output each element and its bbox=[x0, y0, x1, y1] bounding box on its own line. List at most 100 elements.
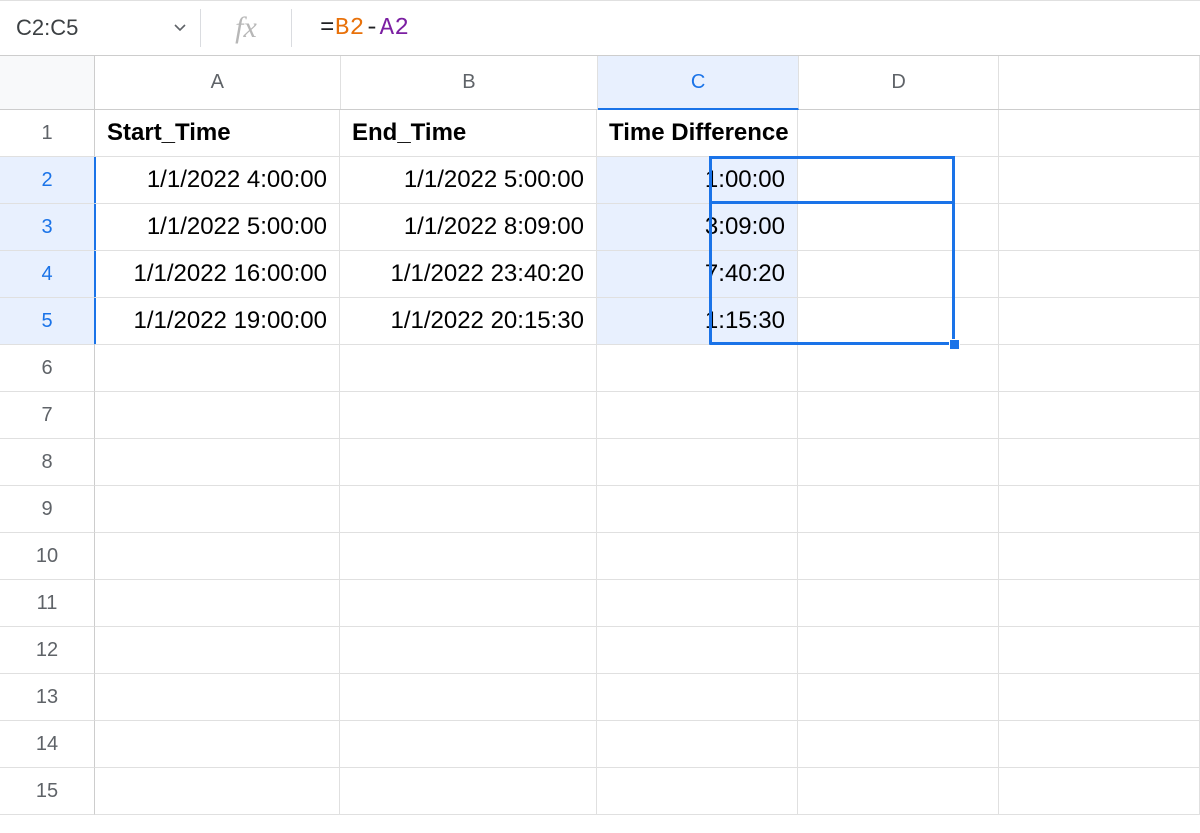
cell-B7[interactable] bbox=[340, 392, 597, 439]
cell-A15[interactable] bbox=[95, 768, 340, 815]
cell-A14[interactable] bbox=[95, 721, 340, 768]
cell-E14[interactable] bbox=[999, 721, 1200, 768]
cell-C2[interactable]: 1:00:00 bbox=[597, 157, 798, 204]
cell-E2[interactable] bbox=[999, 157, 1200, 204]
cell-C6[interactable] bbox=[597, 345, 798, 392]
formula-input[interactable]: =B2-A2 bbox=[292, 15, 1200, 42]
cell-A8[interactable] bbox=[95, 439, 340, 486]
cell-B14[interactable] bbox=[340, 721, 597, 768]
cell-C4[interactable]: 7:40:20 bbox=[597, 251, 798, 298]
cell-C8[interactable] bbox=[597, 439, 798, 486]
row-header-10[interactable]: 10 bbox=[0, 533, 95, 580]
cell-D7[interactable] bbox=[798, 392, 999, 439]
cell-E9[interactable] bbox=[999, 486, 1200, 533]
cell-D1[interactable] bbox=[798, 110, 999, 157]
column-header-C[interactable]: C bbox=[598, 56, 799, 110]
cell-D6[interactable] bbox=[798, 345, 999, 392]
cell-B4[interactable]: 1/1/2022 23:40:20 bbox=[340, 251, 597, 298]
cell-D15[interactable] bbox=[798, 768, 999, 815]
cell-A7[interactable] bbox=[95, 392, 340, 439]
row-header-1[interactable]: 1 bbox=[0, 110, 95, 157]
cell-A11[interactable] bbox=[95, 580, 340, 627]
row-header-12[interactable]: 12 bbox=[0, 627, 95, 674]
row-header-4[interactable]: 4 bbox=[0, 251, 96, 298]
column-header-B[interactable]: B bbox=[341, 56, 599, 109]
cell-E10[interactable] bbox=[999, 533, 1200, 580]
cell-B15[interactable] bbox=[340, 768, 597, 815]
cell-B12[interactable] bbox=[340, 627, 597, 674]
cell-A12[interactable] bbox=[95, 627, 340, 674]
cell-D11[interactable] bbox=[798, 580, 999, 627]
cell-E3[interactable] bbox=[999, 204, 1200, 251]
cell-E5[interactable] bbox=[999, 298, 1200, 345]
cell-C3[interactable]: 3:09:00 bbox=[597, 204, 798, 251]
cell-D12[interactable] bbox=[798, 627, 999, 674]
cell-C1[interactable]: Time Difference bbox=[597, 110, 798, 157]
cell-C7[interactable] bbox=[597, 392, 798, 439]
cell-B6[interactable] bbox=[340, 345, 597, 392]
cell-B3[interactable]: 1/1/2022 8:09:00 bbox=[340, 204, 597, 251]
cell-C13[interactable] bbox=[597, 674, 798, 721]
cell-E7[interactable] bbox=[999, 392, 1200, 439]
cell-A9[interactable] bbox=[95, 486, 340, 533]
row-header-3[interactable]: 3 bbox=[0, 204, 96, 251]
cell-B10[interactable] bbox=[340, 533, 597, 580]
cell-D4[interactable] bbox=[798, 251, 999, 298]
cell-B11[interactable] bbox=[340, 580, 597, 627]
row-header-5[interactable]: 5 bbox=[0, 298, 96, 345]
cell-D3[interactable] bbox=[798, 204, 999, 251]
cell-A13[interactable] bbox=[95, 674, 340, 721]
column-header-D[interactable]: D bbox=[799, 56, 1000, 109]
cell-C15[interactable] bbox=[597, 768, 798, 815]
name-box-dropdown-icon[interactable] bbox=[174, 24, 186, 32]
row-header-2[interactable]: 2 bbox=[0, 157, 96, 204]
cell-E12[interactable] bbox=[999, 627, 1200, 674]
column-header-E[interactable] bbox=[999, 56, 1200, 109]
name-box[interactable]: C2:C5 bbox=[0, 1, 200, 55]
cell-A2[interactable]: 1/1/2022 4:00:00 bbox=[95, 157, 340, 204]
cell-E8[interactable] bbox=[999, 439, 1200, 486]
cell-E11[interactable] bbox=[999, 580, 1200, 627]
cell-A6[interactable] bbox=[95, 345, 340, 392]
cell-C14[interactable] bbox=[597, 721, 798, 768]
row-header-7[interactable]: 7 bbox=[0, 392, 95, 439]
cell-E13[interactable] bbox=[999, 674, 1200, 721]
row-header-8[interactable]: 8 bbox=[0, 439, 95, 486]
cells-area[interactable]: Start_TimeEnd_TimeTime Difference1/1/202… bbox=[95, 110, 1200, 815]
cell-D13[interactable] bbox=[798, 674, 999, 721]
cell-B8[interactable] bbox=[340, 439, 597, 486]
cell-D5[interactable] bbox=[798, 298, 999, 345]
cell-B5[interactable]: 1/1/2022 20:15:30 bbox=[340, 298, 597, 345]
cell-D2[interactable] bbox=[798, 157, 999, 204]
cell-A4[interactable]: 1/1/2022 16:00:00 bbox=[95, 251, 340, 298]
cell-C12[interactable] bbox=[597, 627, 798, 674]
cell-C11[interactable] bbox=[597, 580, 798, 627]
cell-A5[interactable]: 1/1/2022 19:00:00 bbox=[95, 298, 340, 345]
cell-D8[interactable] bbox=[798, 439, 999, 486]
row-header-13[interactable]: 13 bbox=[0, 674, 95, 721]
cell-B13[interactable] bbox=[340, 674, 597, 721]
cell-B9[interactable] bbox=[340, 486, 597, 533]
cell-B1[interactable]: End_Time bbox=[340, 110, 597, 157]
cell-A1[interactable]: Start_Time bbox=[95, 110, 340, 157]
row-header-15[interactable]: 15 bbox=[0, 768, 95, 815]
cell-E6[interactable] bbox=[999, 345, 1200, 392]
cell-B2[interactable]: 1/1/2022 5:00:00 bbox=[340, 157, 597, 204]
row-header-6[interactable]: 6 bbox=[0, 345, 95, 392]
cell-C9[interactable] bbox=[597, 486, 798, 533]
cell-E1[interactable] bbox=[999, 110, 1200, 157]
cell-E15[interactable] bbox=[999, 768, 1200, 815]
row-header-14[interactable]: 14 bbox=[0, 721, 95, 768]
column-header-A[interactable]: A bbox=[95, 56, 341, 109]
select-all-corner[interactable] bbox=[0, 56, 95, 110]
cell-C5[interactable]: 1:15:30 bbox=[597, 298, 798, 345]
cell-A3[interactable]: 1/1/2022 5:00:00 bbox=[95, 204, 340, 251]
cell-C10[interactable] bbox=[597, 533, 798, 580]
cell-D9[interactable] bbox=[798, 486, 999, 533]
row-header-11[interactable]: 11 bbox=[0, 580, 95, 627]
row-header-9[interactable]: 9 bbox=[0, 486, 95, 533]
fill-handle[interactable] bbox=[949, 339, 960, 350]
cell-D14[interactable] bbox=[798, 721, 999, 768]
cell-D10[interactable] bbox=[798, 533, 999, 580]
cell-E4[interactable] bbox=[999, 251, 1200, 298]
